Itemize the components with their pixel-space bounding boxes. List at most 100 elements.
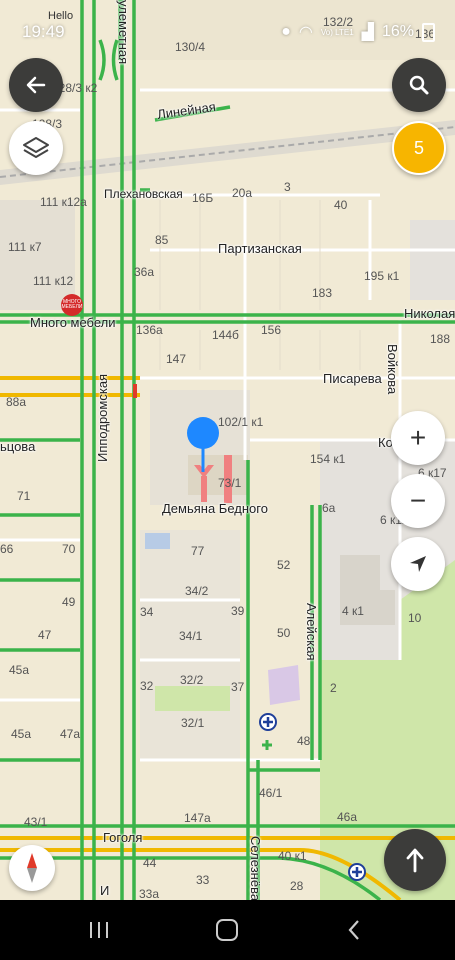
house-number: 34/2: [185, 584, 209, 598]
house-number: 32/1: [181, 716, 205, 730]
traffic-score-badge[interactable]: 5: [392, 121, 446, 175]
street-label-aleyskaya: Алейская: [304, 603, 319, 661]
house-number: 2: [330, 681, 337, 695]
house-number: 33а: [139, 887, 160, 900]
layers-icon: [23, 137, 49, 158]
house-number: 20а: [232, 186, 253, 200]
search-button[interactable]: [392, 58, 446, 112]
store-poi-icon[interactable]: МНОГО МЕБЕЛИ: [61, 294, 83, 316]
street-label-ippodromskaya: Ипподромская: [95, 373, 110, 462]
compass-button[interactable]: [9, 845, 55, 891]
house-number: 44: [143, 856, 157, 870]
house-number: 37: [231, 680, 245, 694]
status-bar: Hello 19:49 ● ◠ Vo) LTE1 ▟ 16%: [0, 0, 455, 48]
location-status-icon: ●: [281, 23, 291, 40]
battery-percent: 16%: [381, 23, 414, 40]
house-number: 71: [17, 489, 31, 503]
street-label-ip-bottom: И: [100, 883, 110, 898]
street-label-plekhanovskaya: Плехановская: [104, 187, 183, 201]
house-number: 46а: [337, 810, 358, 824]
house-number: 34/1: [179, 629, 203, 643]
traffic-score-value: 5: [413, 137, 424, 158]
street-label-nikolaya: Николая: [404, 306, 455, 321]
house-number: 195 к1: [364, 269, 400, 283]
house-number: 156: [261, 323, 282, 337]
house-number: 40 к1: [278, 849, 307, 863]
signal-icon: ▟: [361, 24, 374, 41]
minus-icon: −: [409, 485, 427, 516]
house-number: 147а: [184, 811, 211, 825]
house-number: 32: [140, 679, 154, 693]
system-navigation-bar: [0, 900, 455, 960]
map-canvas[interactable]: Линейная Плехановская Партизанская Никол…: [0, 0, 455, 900]
house-number: 111 к12: [33, 274, 74, 288]
route-button[interactable]: [384, 829, 446, 891]
layers-button[interactable]: [9, 121, 63, 175]
home-button[interactable]: [187, 900, 267, 960]
house-number: 45а: [11, 727, 32, 741]
house-number: 102/1 к1: [218, 415, 264, 429]
recent-apps-icon: [90, 922, 108, 938]
compass-icon: [27, 853, 37, 883]
house-number: 33: [196, 873, 210, 887]
house-number: 136а: [136, 323, 163, 337]
house-number: 50: [277, 626, 291, 640]
street-label-kotsova: ьцова: [0, 439, 36, 454]
house-number: 77: [191, 544, 205, 558]
place-label-mnogo-mebeli: Много мебели: [30, 315, 116, 330]
house-number: 39: [231, 604, 245, 618]
house-number: 111 к7: [8, 240, 42, 254]
house-number: 45а: [9, 663, 30, 677]
notification-text: Hello: [48, 10, 74, 22]
house-number: 48: [297, 734, 311, 748]
battery-icon: [422, 22, 435, 42]
plus-icon: +: [409, 422, 427, 453]
street-label-voykova: Войкова: [385, 344, 400, 395]
navigation-arrow-icon: [410, 556, 426, 572]
house-number: 6а: [322, 501, 336, 515]
house-number: 46/1: [259, 786, 283, 800]
house-number: 47: [38, 628, 52, 642]
street-label-pisareva: Писарева: [323, 371, 382, 386]
house-number: 16Б: [192, 191, 214, 205]
street-label-seleznyova: Селезнёва: [248, 836, 263, 900]
chevron-left-icon: [348, 920, 359, 940]
recent-apps-button[interactable]: [59, 900, 139, 960]
street-label-demyana-bednogo: Демьяна Бедного: [162, 501, 268, 516]
house-number: 34: [140, 605, 154, 619]
locate-me-button[interactable]: [391, 537, 445, 591]
house-number: 66: [0, 542, 14, 556]
house-number: 188: [430, 332, 451, 346]
house-number: 88а: [6, 395, 27, 409]
search-icon: [409, 75, 429, 95]
zoom-in-button[interactable]: +: [391, 411, 445, 465]
home-icon: [216, 919, 238, 941]
house-number: 144б: [212, 328, 239, 342]
location-marker-icon[interactable]: [186, 416, 220, 472]
house-number: 36а: [134, 265, 155, 279]
arrow-up-icon: [406, 848, 424, 873]
house-number: 4 к1: [342, 604, 364, 618]
house-number: 70: [62, 542, 76, 556]
house-number: 52: [277, 558, 291, 572]
house-number: 85: [155, 233, 169, 247]
house-number: 154 к1: [310, 452, 346, 466]
house-number: 147: [166, 352, 187, 366]
house-number: 183: [312, 286, 333, 300]
back-button[interactable]: [9, 58, 63, 112]
zoom-out-button[interactable]: −: [391, 474, 445, 528]
street-label-gogolya: Гоголя: [103, 830, 143, 845]
system-back-button[interactable]: [314, 900, 394, 960]
house-number: 43/1: [24, 815, 48, 829]
arrow-left-icon: [26, 76, 46, 94]
house-number: 47а: [60, 727, 81, 741]
house-number: 73/1: [218, 476, 242, 490]
house-number: 111 к12а: [40, 195, 87, 209]
house-number: 3: [284, 180, 291, 194]
network-label: Vo) LTE1: [320, 27, 354, 37]
map-base: [0, 0, 455, 900]
house-number: 40: [334, 198, 348, 212]
house-number: 49: [62, 595, 76, 609]
status-icons: ● ◠ Vo) LTE1 ▟ 16%: [281, 22, 435, 42]
house-number: 32/2: [180, 673, 204, 687]
